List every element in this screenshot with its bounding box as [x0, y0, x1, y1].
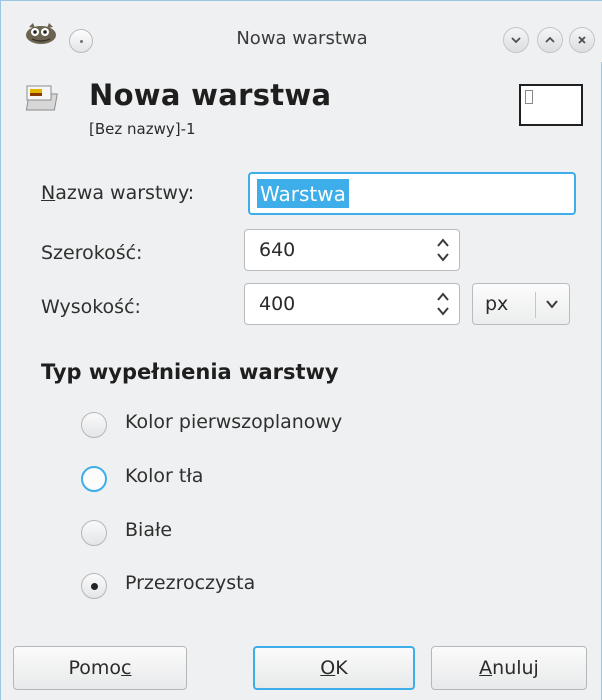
- unit-select-divider: [535, 292, 536, 318]
- cancel-button-label: nuluj: [492, 657, 539, 679]
- cancel-button[interactable]: Anuluj: [431, 646, 587, 690]
- close-window-button[interactable]: [569, 27, 595, 53]
- radio-button[interactable]: [81, 520, 107, 546]
- layer-name-mnemonic: N: [41, 182, 56, 204]
- radio-button[interactable]: [81, 573, 107, 599]
- close-icon: [578, 36, 586, 44]
- height-value[interactable]: 400: [259, 293, 295, 315]
- minimize-button[interactable]: [503, 27, 529, 53]
- dialog-heading: Nowa warstwa: [89, 78, 332, 112]
- new-layer-icon: [25, 85, 58, 111]
- chevron-down-icon: [511, 37, 521, 44]
- window-titlebar[interactable]: Nowa warstwa: [1, 0, 602, 62]
- width-spinbox[interactable]: 640: [244, 229, 460, 271]
- layer-name-label: Nazwa warstwy:: [41, 182, 194, 204]
- layer-name-selected-text[interactable]: Warstwa: [257, 179, 349, 208]
- height-spinbox[interactable]: 400: [244, 283, 460, 325]
- chevron-down-icon: [546, 300, 558, 309]
- layer-preview-thumbnail: [525, 90, 533, 104]
- radio-button[interactable]: [81, 412, 107, 438]
- width-value[interactable]: 640: [259, 239, 295, 261]
- help-button-mnemonic: c: [121, 657, 132, 679]
- cancel-button-mnemonic: A: [479, 657, 493, 679]
- maximize-button[interactable]: [537, 27, 563, 53]
- ok-button[interactable]: OK: [253, 646, 415, 690]
- layer-preview: [519, 84, 583, 126]
- fill-type-heading: Typ wypełnienia warstwy: [41, 360, 339, 384]
- ok-button-label: K: [335, 657, 348, 679]
- image-name-subtitle: [Bez nazwy]-1: [89, 120, 196, 138]
- help-button[interactable]: Pomo c: [13, 646, 187, 690]
- radio-button[interactable]: [81, 466, 107, 492]
- height-stepper-arrows-icon[interactable]: [435, 289, 451, 319]
- unit-value: px: [485, 293, 509, 315]
- radio-label[interactable]: Kolor tła: [125, 465, 203, 487]
- unit-select[interactable]: px: [472, 283, 570, 325]
- ok-button-mnemonic: O: [320, 657, 336, 679]
- width-stepper-arrows-icon[interactable]: [435, 235, 451, 265]
- chevron-up-icon: [545, 36, 555, 43]
- width-label: Szerokość:: [41, 242, 143, 264]
- radio-label[interactable]: Przezroczysta: [125, 572, 255, 594]
- radio-label[interactable]: Kolor pierwszoplanowy: [125, 411, 342, 433]
- height-label: Wysokość:: [41, 296, 141, 318]
- layer-name-label-text: azwa warstwy:: [55, 182, 195, 204]
- help-button-label: Pomo: [68, 657, 122, 679]
- new-layer-dialog: Nowa warstwa Nowa warstwa [Bez nazwy]-1 …: [0, 0, 602, 700]
- radio-label[interactable]: Białe: [125, 519, 172, 541]
